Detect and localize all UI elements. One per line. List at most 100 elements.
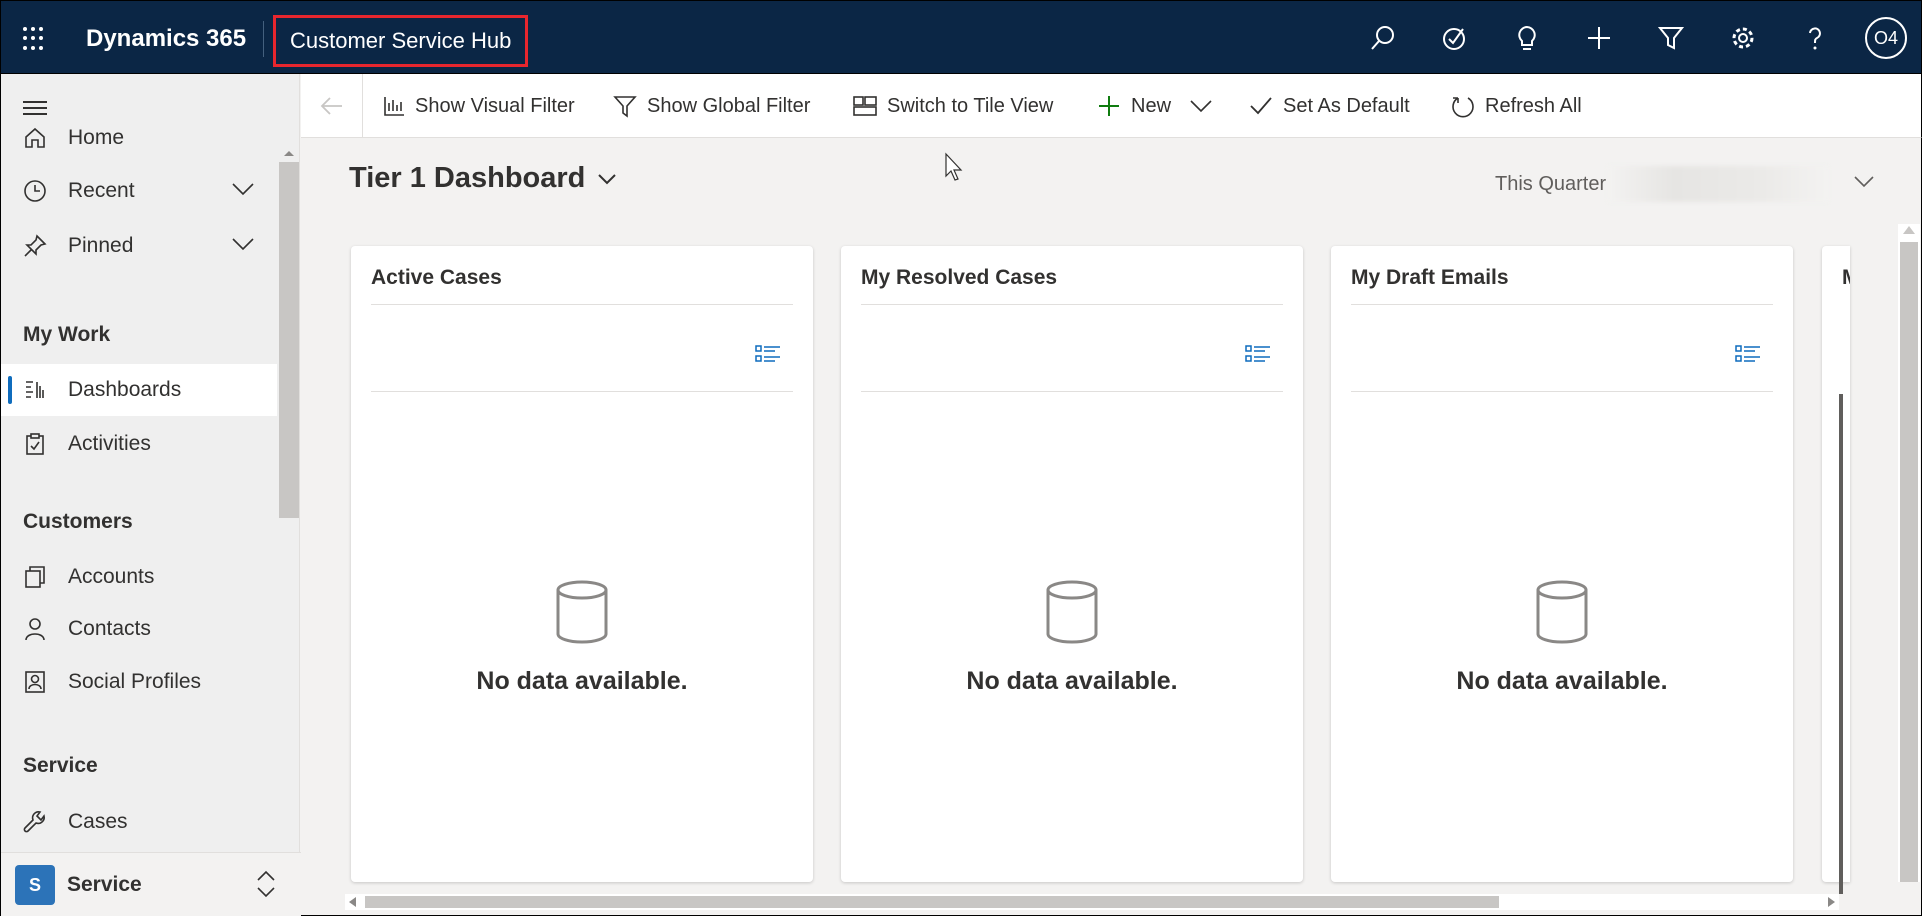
search-icon[interactable] bbox=[1347, 1, 1419, 75]
card-edge bbox=[1839, 394, 1843, 894]
sidebar-scrollbar[interactable] bbox=[279, 144, 299, 909]
show-global-filter-button[interactable]: Show Global Filter bbox=[613, 74, 810, 138]
brand-name[interactable]: Dynamics 365 bbox=[86, 25, 246, 53]
show-global-filter-label: Show Global Filter bbox=[647, 94, 811, 117]
card-title: My Draft Emails bbox=[1351, 266, 1509, 289]
sidebar-item-home[interactable]: Home bbox=[1, 112, 277, 164]
dashboard-title: Tier 1 Dashboard bbox=[349, 162, 586, 194]
sidebar-item-activities[interactable]: Activities bbox=[1, 418, 277, 470]
sidebar-item-dashboards[interactable]: Dashboards bbox=[1, 364, 277, 416]
sidebar-item-pinned[interactable]: Pinned bbox=[1, 220, 277, 272]
app-launcher-icon[interactable] bbox=[23, 27, 47, 51]
filter-icon bbox=[613, 96, 637, 118]
sidebar-item-social-profiles[interactable]: Social Profiles bbox=[1, 656, 277, 708]
card-title: Active Cases bbox=[371, 266, 502, 289]
period-selector[interactable]: This Quarter bbox=[1495, 166, 1875, 202]
divider bbox=[263, 21, 264, 57]
list-view-icon[interactable] bbox=[1735, 344, 1761, 364]
period-value-blurred bbox=[1608, 166, 1829, 202]
empty-state-text: No data available. bbox=[1456, 667, 1668, 695]
period-label: This Quarter bbox=[1495, 172, 1607, 195]
chevron-down-icon bbox=[1854, 176, 1874, 188]
checkmark-icon bbox=[1250, 97, 1272, 115]
new-label: New bbox=[1131, 94, 1172, 117]
wrench-icon bbox=[23, 811, 45, 833]
sidebar-item-contacts[interactable]: Contacts bbox=[1, 603, 277, 655]
area-switcher[interactable]: S Service bbox=[1, 852, 301, 916]
empty-state-text: No data available. bbox=[476, 667, 688, 695]
lightbulb-icon[interactable] bbox=[1491, 1, 1563, 75]
back-button[interactable] bbox=[301, 74, 363, 138]
refresh-all-button[interactable]: Refresh All bbox=[1451, 74, 1582, 138]
show-visual-filter-label: Show Visual Filter bbox=[415, 94, 575, 117]
set-as-default-button[interactable]: Set As Default bbox=[1249, 74, 1410, 138]
scroll-up-icon[interactable] bbox=[1903, 226, 1915, 234]
home-icon bbox=[25, 127, 45, 148]
database-icon bbox=[1046, 580, 1098, 644]
sidebar-item-label: Recent bbox=[68, 179, 135, 202]
scroll-right-icon[interactable] bbox=[1828, 897, 1835, 907]
refresh-icon bbox=[1452, 97, 1474, 118]
list-view-icon[interactable] bbox=[755, 344, 781, 364]
divider bbox=[861, 304, 1283, 305]
sidebar-scrollbar-thumb[interactable] bbox=[279, 162, 299, 518]
divider bbox=[1351, 304, 1773, 305]
chevron-down-icon bbox=[1190, 100, 1212, 113]
vertical-scrollbar-thumb[interactable] bbox=[1900, 242, 1918, 882]
card-partial: M bbox=[1822, 246, 1850, 882]
top-navigation-bar: Dynamics 365 Customer Service Hub O4 bbox=[0, 0, 1922, 74]
pin-icon bbox=[24, 234, 47, 257]
horizontal-scrollbar-thumb[interactable] bbox=[365, 896, 1499, 908]
chevron-down-icon[interactable] bbox=[231, 236, 255, 252]
database-icon bbox=[1536, 580, 1588, 644]
group-my-work: My Work bbox=[23, 323, 111, 346]
add-icon[interactable] bbox=[1563, 1, 1635, 75]
chevron-down-icon[interactable] bbox=[231, 181, 255, 197]
dashboard-selector[interactable]: Tier 1 Dashboard bbox=[349, 162, 617, 195]
new-dropdown-button[interactable] bbox=[1189, 74, 1223, 138]
sidebar-item-label: Social Profiles bbox=[68, 670, 202, 693]
chevron-down-icon bbox=[598, 173, 617, 184]
show-visual-filter-button[interactable]: Show Visual Filter bbox=[383, 74, 575, 138]
divider bbox=[1351, 391, 1773, 392]
set-as-default-label: Set As Default bbox=[1283, 94, 1410, 117]
app-title[interactable]: Customer Service Hub bbox=[273, 15, 529, 67]
avatar[interactable]: O4 bbox=[1865, 17, 1907, 59]
social-profile-icon bbox=[25, 671, 45, 693]
command-bar: Show Visual Filter Show Global Filter Sw… bbox=[301, 74, 1922, 138]
card-active-cases: Active Cases No data available. bbox=[351, 246, 813, 882]
group-service: Service bbox=[23, 754, 98, 777]
scroll-up-icon[interactable] bbox=[279, 148, 299, 158]
settings-icon[interactable] bbox=[1707, 1, 1779, 75]
horizontal-scrollbar[interactable] bbox=[345, 894, 1839, 910]
sidebar-item-recent[interactable]: Recent bbox=[1, 165, 277, 217]
help-icon[interactable] bbox=[1779, 1, 1851, 75]
card-title: My Resolved Cases bbox=[861, 266, 1058, 289]
assistant-icon[interactable] bbox=[1419, 1, 1491, 75]
clock-icon bbox=[24, 180, 46, 202]
filter-icon[interactable] bbox=[1635, 1, 1707, 75]
sidebar-item-label: Pinned bbox=[68, 234, 134, 257]
divider bbox=[861, 391, 1283, 392]
new-button[interactable]: New bbox=[1097, 74, 1171, 138]
card-title: M bbox=[1842, 266, 1850, 290]
chevron-up-down-icon[interactable] bbox=[255, 869, 277, 899]
sidebar: Home Recent Pinned My Work Dashboards Ac… bbox=[0, 74, 301, 916]
sidebar-item-label: Contacts bbox=[68, 617, 151, 640]
bar-chart-icon bbox=[384, 97, 404, 116]
sidebar-item-accounts[interactable]: Accounts bbox=[1, 551, 277, 603]
person-icon bbox=[25, 618, 45, 641]
card-my-draft-emails: My Draft Emails No data available. bbox=[1331, 246, 1793, 882]
scroll-left-icon[interactable] bbox=[349, 897, 356, 907]
dashboard-area: Tier 1 Dashboard This Quarter Active Cas… bbox=[301, 138, 1922, 916]
sidebar-item-cases[interactable]: Cases bbox=[1, 796, 277, 848]
list-view-icon[interactable] bbox=[1245, 344, 1271, 364]
group-customers: Customers bbox=[23, 510, 133, 533]
sidebar-item-label: Accounts bbox=[68, 565, 155, 588]
vertical-scrollbar[interactable] bbox=[1898, 224, 1920, 882]
area-label: Service bbox=[67, 873, 142, 896]
area-badge: S bbox=[15, 865, 55, 905]
divider bbox=[371, 391, 793, 392]
switch-tile-view-button[interactable]: Switch to Tile View bbox=[853, 74, 1053, 138]
mouse-cursor-icon bbox=[945, 152, 963, 181]
